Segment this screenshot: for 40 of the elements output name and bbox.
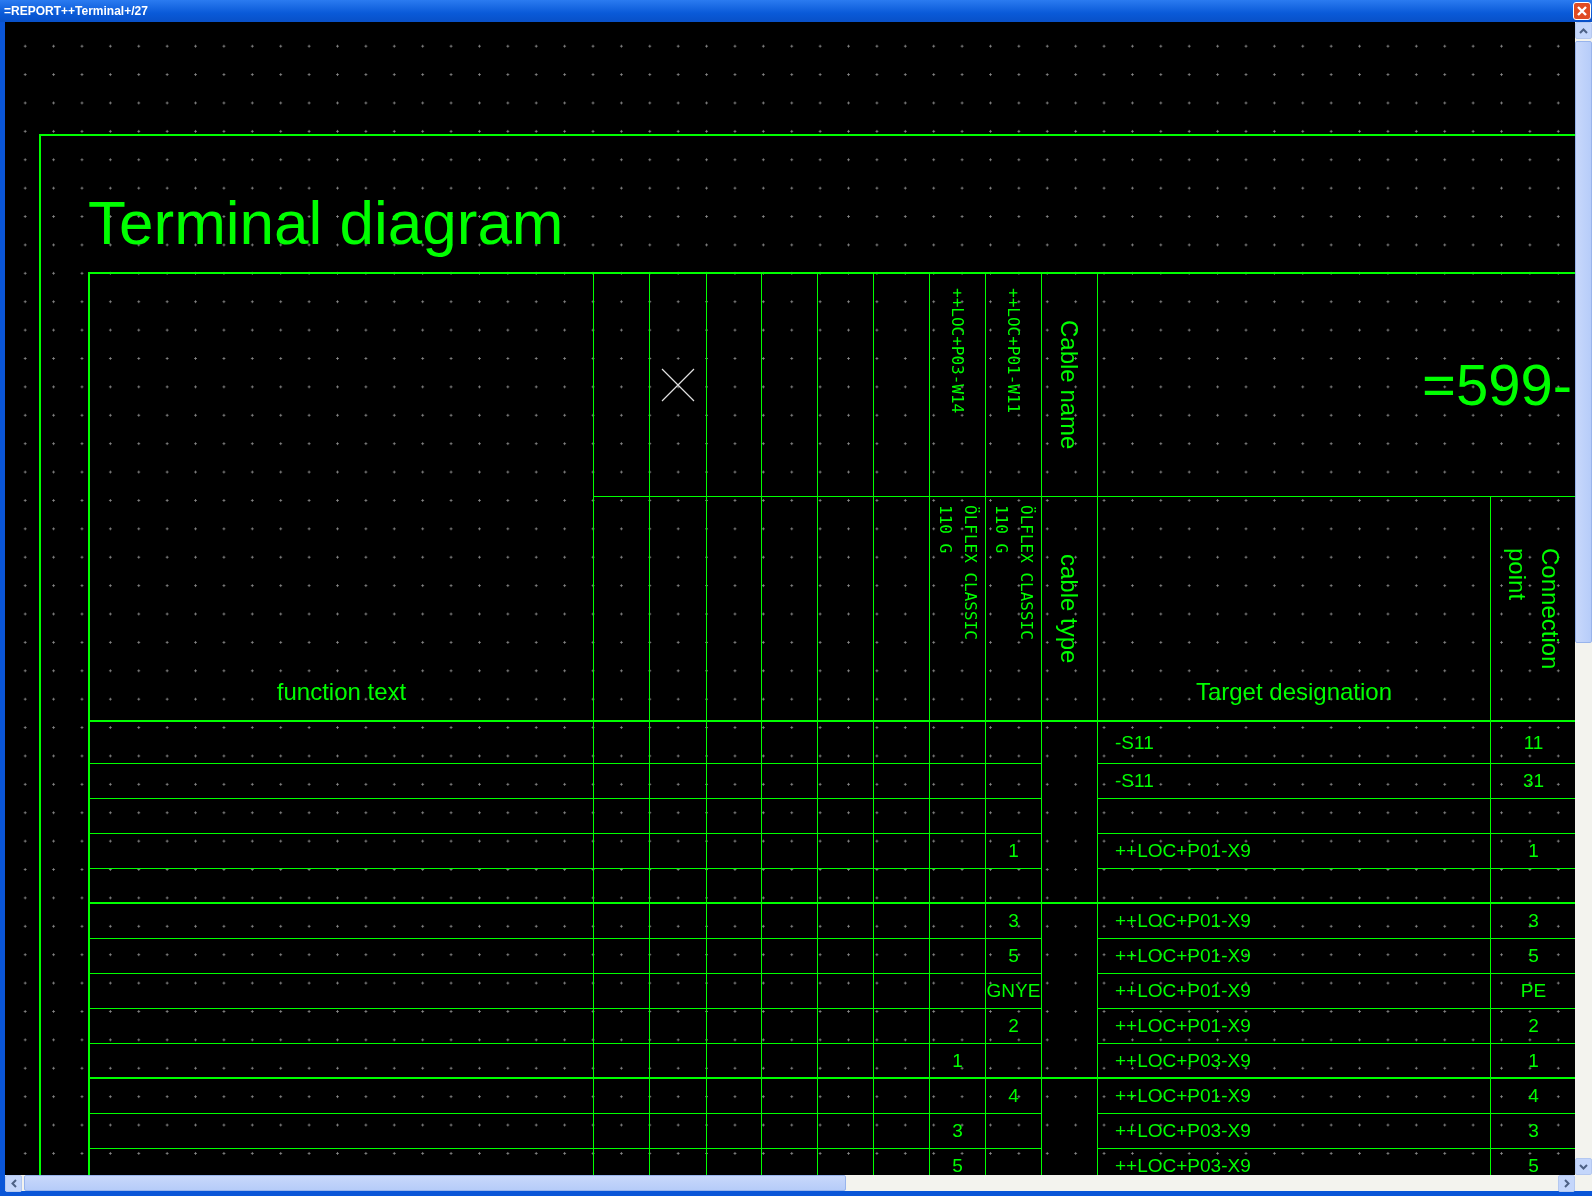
header-cell: Cable name bbox=[1042, 274, 1098, 497]
header-cell: ++LOC+P01-W11 bbox=[986, 274, 1042, 497]
target-cell: ++LOC+P01-X9 bbox=[1098, 1079, 1491, 1114]
target-cell: ++LOC+P01-X9 bbox=[1098, 834, 1491, 869]
target-cell: -S11 bbox=[1098, 764, 1491, 799]
target-cell: -S11 bbox=[1098, 722, 1491, 764]
header-cell: ++LOC+P03-W14 bbox=[930, 274, 986, 497]
header-cell: ÖLFLEX CLASSIC 110 G bbox=[986, 497, 1042, 722]
header-cell: ÖLFLEX CLASSIC 110 G bbox=[930, 497, 986, 722]
target-cell: ++LOC+P03-X9 bbox=[1098, 1044, 1491, 1079]
scrollbar-thumb[interactable] bbox=[1575, 41, 1592, 643]
core-cell: 3 bbox=[930, 1114, 986, 1149]
caret-right-icon bbox=[1563, 1179, 1570, 1188]
target-cell: ++LOC+P01-X9 bbox=[1098, 1009, 1491, 1044]
scroll-up-button[interactable] bbox=[1575, 22, 1592, 39]
core-cell: 1 bbox=[930, 1044, 986, 1079]
header-cell: cable type bbox=[1042, 497, 1098, 722]
scroll-left-button[interactable] bbox=[5, 1175, 22, 1192]
close-icon bbox=[1577, 6, 1587, 16]
close-button[interactable] bbox=[1573, 2, 1591, 20]
target-cell: ++LOC+P01-X9 bbox=[1098, 904, 1491, 939]
target-cell: ++LOC+P01-X9 bbox=[1098, 974, 1491, 1009]
target-cell: ++LOC+P03-X9 bbox=[1098, 1114, 1491, 1149]
scroll-right-button[interactable] bbox=[1558, 1175, 1575, 1192]
caret-up-icon bbox=[1579, 27, 1588, 34]
scrollbar-thumb[interactable] bbox=[24, 1175, 846, 1191]
core-cell: 3 bbox=[986, 904, 1042, 939]
core-cell: 4 bbox=[986, 1079, 1042, 1114]
core-cell: 1 bbox=[986, 834, 1042, 869]
caret-left-icon bbox=[10, 1179, 17, 1188]
target-cell: ++LOC+P01-X9 bbox=[1098, 939, 1491, 974]
cross-icon bbox=[661, 368, 695, 402]
header-cell: function text bbox=[90, 274, 594, 722]
scroll-down-button[interactable] bbox=[1575, 1158, 1592, 1175]
core-cell: GNYE bbox=[986, 974, 1042, 1009]
core-cell: 5 bbox=[986, 939, 1042, 974]
core-cell: 2 bbox=[986, 1009, 1042, 1044]
window-title: =REPORT++Terminal+/27 bbox=[3, 4, 148, 18]
header-cell: Target designation bbox=[1098, 497, 1491, 722]
caret-down-icon bbox=[1579, 1163, 1588, 1170]
